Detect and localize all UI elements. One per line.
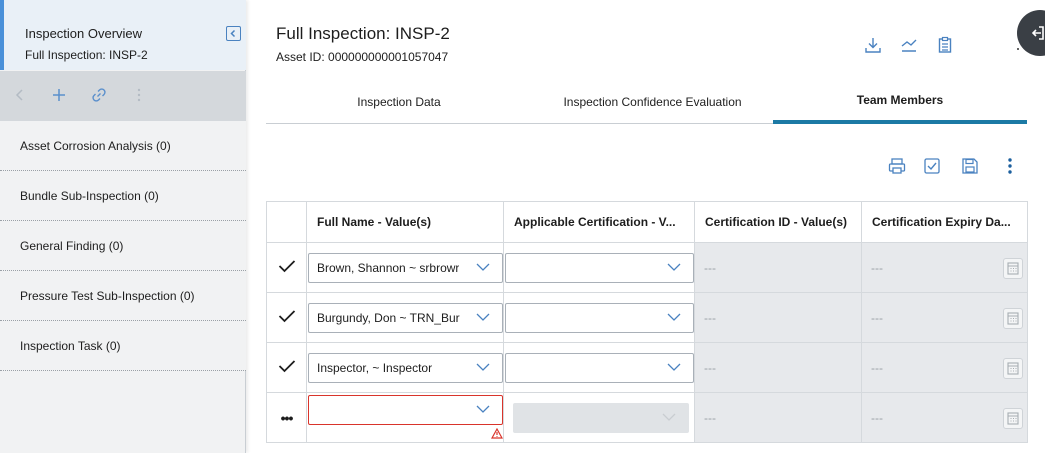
full-name-dropdown[interactable]: Inspector, ~ Inspector xyxy=(308,353,503,383)
logout-icon xyxy=(1031,26,1044,40)
row-actions-ellipsis[interactable]: ••• xyxy=(281,410,294,426)
overview-title: Inspection Overview xyxy=(25,26,143,41)
full-name-cell: Burgundy, Don ~ TRN_Burg xyxy=(306,292,504,343)
certification-id-cell: --- xyxy=(694,292,862,343)
team-members-table: Full Name - Value(s) Applicable Certific… xyxy=(266,201,1028,443)
inspection-overview-header[interactable]: Inspection Overview Full Inspection: INS… xyxy=(0,0,246,70)
link-icon[interactable] xyxy=(89,85,109,105)
calendar-icon[interactable] xyxy=(1003,258,1023,279)
table-row: Inspector, ~ Inspector --- --- xyxy=(266,342,1028,393)
row-status-cell[interactable]: ••• xyxy=(266,392,307,443)
row-status-cell[interactable] xyxy=(266,342,307,393)
nav-item-asset-corrosion-analysis[interactable]: Asset Corrosion Analysis (0) xyxy=(0,121,246,171)
trend-icon[interactable] xyxy=(900,36,918,54)
chevron-left-icon[interactable] xyxy=(10,85,30,105)
table-header-row: Full Name - Value(s) Applicable Certific… xyxy=(266,201,1028,243)
checkbox-icon[interactable] xyxy=(922,156,942,176)
nav-item-general-finding[interactable]: General Finding (0) xyxy=(0,221,246,271)
full-name-cell: Inspector, ~ Inspector xyxy=(306,342,504,393)
column-header-certification-expiry[interactable]: Certification Expiry Da... xyxy=(861,201,1028,243)
certification-expiry-value: --- xyxy=(871,410,883,425)
chevron-down-icon xyxy=(667,313,681,321)
certification-id-cell: --- xyxy=(694,392,862,443)
full-name-value: Inspector, ~ Inspector xyxy=(317,361,433,375)
table-row: Brown, Shannon ~ srbrowr --- --- xyxy=(266,242,1028,293)
calendar-icon[interactable] xyxy=(1003,308,1023,329)
separator-dot xyxy=(1017,48,1019,50)
certification-expiry-cell: --- xyxy=(861,292,1028,343)
tab-team-members[interactable]: Team Members xyxy=(773,80,1027,124)
certification-expiry-cell: --- xyxy=(861,242,1028,293)
chevron-down-icon xyxy=(662,413,676,421)
certification-dropdown[interactable] xyxy=(505,353,694,383)
certification-expiry-cell: --- xyxy=(861,392,1028,443)
column-header-certification-id[interactable]: Certification ID - Value(s) xyxy=(694,201,862,243)
certification-id-cell: --- xyxy=(694,342,862,393)
full-name-value: Burgundy, Don ~ TRN_Burg xyxy=(317,311,460,325)
certification-cell xyxy=(503,392,695,443)
overview-subtitle: Full Inspection: INSP-2 xyxy=(25,48,148,62)
certification-cell xyxy=(503,342,695,393)
warning-icon xyxy=(491,428,503,439)
floating-action-button[interactable] xyxy=(1017,10,1045,56)
certification-dropdown[interactable] xyxy=(505,303,694,333)
full-name-value: Brown, Shannon ~ srbrowr xyxy=(317,261,460,275)
full-name-dropdown[interactable]: Burgundy, Don ~ TRN_Burg xyxy=(308,303,503,333)
certification-cell xyxy=(503,292,695,343)
table-row-new: ••• --- --- xyxy=(266,392,1028,443)
plus-icon[interactable] xyxy=(49,85,69,105)
nav-item-bundle-sub-inspection[interactable]: Bundle Sub-Inspection (0) xyxy=(0,171,246,221)
full-name-cell: Brown, Shannon ~ srbrowr xyxy=(306,242,504,293)
calendar-icon[interactable] xyxy=(1003,408,1023,429)
full-name-cell xyxy=(306,392,504,443)
certification-id-cell: --- xyxy=(694,242,862,293)
related-records-list: Asset Corrosion Analysis (0) Bundle Sub-… xyxy=(0,121,246,371)
certification-expiry-value: --- xyxy=(871,310,883,325)
full-name-dropdown[interactable] xyxy=(308,395,503,425)
column-header-full-name[interactable]: Full Name - Value(s) xyxy=(306,201,504,243)
chevron-down-icon xyxy=(476,363,490,371)
left-panel: Inspection Overview Full Inspection: INS… xyxy=(0,0,246,453)
download-icon[interactable] xyxy=(864,36,882,54)
page-title: Full Inspection: INSP-2 xyxy=(276,24,450,43)
tab-bar: Inspection Data Inspection Confidence Ev… xyxy=(266,80,1027,124)
tab-inspection-confidence-evaluation[interactable]: Inspection Confidence Evaluation xyxy=(532,80,773,124)
row-status-cell[interactable] xyxy=(266,242,307,293)
print-icon[interactable] xyxy=(887,156,907,176)
checkmark-icon xyxy=(278,360,295,373)
calendar-icon[interactable] xyxy=(1003,358,1023,379)
chevron-down-icon xyxy=(476,405,490,413)
certification-expiry-cell: --- xyxy=(861,342,1028,393)
asset-id: Asset ID: 000000000001057047 xyxy=(276,50,449,64)
more-options-icon[interactable] xyxy=(1000,156,1020,176)
certification-dropdown[interactable] xyxy=(505,253,694,283)
nav-item-pressure-test-sub-inspection[interactable]: Pressure Test Sub-Inspection (0) xyxy=(0,271,246,321)
checkmark-icon xyxy=(278,260,295,273)
full-name-dropdown[interactable]: Brown, Shannon ~ srbrowr xyxy=(308,253,503,283)
chevron-down-icon xyxy=(476,263,490,271)
save-icon[interactable] xyxy=(960,156,980,176)
chevron-down-icon xyxy=(667,263,681,271)
chevron-down-icon xyxy=(476,313,490,321)
certification-cell xyxy=(503,242,695,293)
certification-expiry-value: --- xyxy=(871,260,883,275)
clipboard-icon[interactable] xyxy=(936,36,954,54)
column-header-applicable-certification[interactable]: Applicable Certification - V... xyxy=(503,201,695,243)
nav-item-inspection-task[interactable]: Inspection Task (0) xyxy=(0,321,246,371)
certification-dropdown-disabled xyxy=(513,403,689,433)
tab-inspection-data[interactable]: Inspection Data xyxy=(266,80,532,124)
checkmark-icon xyxy=(278,310,295,323)
kebab-icon[interactable] xyxy=(129,85,149,105)
collapse-panel-icon[interactable] xyxy=(226,26,241,41)
row-status-cell[interactable] xyxy=(266,292,307,343)
left-toolbar xyxy=(0,71,246,121)
certification-expiry-value: --- xyxy=(871,360,883,375)
chevron-down-icon xyxy=(667,363,681,371)
table-row: Burgundy, Don ~ TRN_Burg --- --- xyxy=(266,292,1028,343)
column-header-status xyxy=(266,201,307,243)
